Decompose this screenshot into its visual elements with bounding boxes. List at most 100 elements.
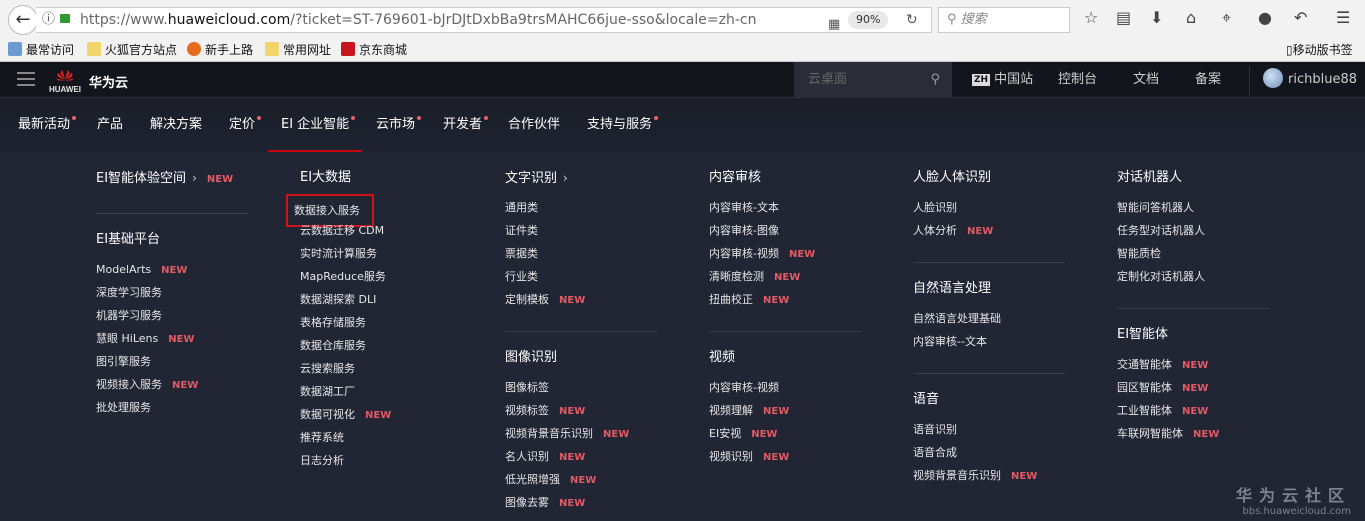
crop-icon[interactable]: ⌖ <box>1222 8 1231 28</box>
nav-item[interactable]: 开发者 <box>443 98 489 152</box>
docs-link[interactable]: 文档 <box>1133 62 1159 98</box>
back-button[interactable]: ← <box>8 5 38 35</box>
menu-item[interactable]: 票据类 <box>505 242 657 265</box>
menu-item[interactable]: 数据可视化 NEW <box>300 403 452 426</box>
menu-item[interactable]: 名人识别 NEW <box>505 445 657 468</box>
console-link[interactable]: 控制台 <box>1058 62 1097 98</box>
menu-item[interactable]: 视频接入服务 NEW <box>96 373 248 396</box>
header-search-input[interactable]: 云桌面 ⚲ <box>794 62 952 98</box>
mobile-bookmarks[interactable]: ▯移动版书签 <box>1286 41 1353 58</box>
hamburger-icon[interactable] <box>17 72 35 86</box>
menu-item[interactable]: 图像标签 <box>505 376 657 399</box>
menu-item[interactable]: 任务型对话机器人 <box>1117 219 1269 242</box>
nav-item[interactable]: 云市场 <box>376 98 422 152</box>
reader-icon[interactable]: ▤ <box>1116 8 1131 27</box>
user-menu[interactable]: richblue88 <box>1263 62 1357 98</box>
menu-item-label: MapReduce服务 <box>300 270 386 283</box>
menu-item[interactable]: 云搜索服务 <box>300 357 452 380</box>
nav-item[interactable]: 最新活动 <box>18 98 77 152</box>
chat-icon[interactable]: ● <box>1258 8 1272 27</box>
nav-item[interactable]: EI 企业智能 <box>268 98 363 152</box>
reload-icon[interactable]: ↻ <box>906 8 918 32</box>
menu-item[interactable]: 内容审核-视频 NEW <box>709 242 861 265</box>
star-icon[interactable]: ☆ <box>1084 8 1098 27</box>
menu-item[interactable]: 视频背景音乐识别 NEW <box>913 464 1065 487</box>
menu-item[interactable]: 定制模板 NEW <box>505 288 657 311</box>
menu-item-label: 视频背景音乐识别 <box>913 469 1001 482</box>
menu-item[interactable]: 深度学习服务 <box>96 281 248 304</box>
menu-item[interactable]: 数据湖探索 DLI <box>300 288 452 311</box>
address-bar[interactable]: ⓘ https://www.huaweicloud.com/?ticket=ST… <box>36 7 932 33</box>
menu-item[interactable]: 人脸识别 <box>913 196 1065 219</box>
menu-item[interactable]: 语音识别 <box>913 418 1065 441</box>
menu-item[interactable]: 智能质检 <box>1117 242 1269 265</box>
menu-item[interactable]: 低光照增强 NEW <box>505 468 657 491</box>
menu-item[interactable]: 车联网智能体 NEW <box>1117 422 1269 445</box>
icp-link[interactable]: 备案 <box>1195 62 1221 98</box>
qr-code-icon[interactable]: ▦ <box>828 13 840 37</box>
nav-item[interactable]: 支持与服务 <box>587 98 659 152</box>
menu-item[interactable]: 园区智能体 NEW <box>1117 376 1269 399</box>
bookmark-common-sites[interactable]: 常用网址 <box>265 41 331 58</box>
section-title[interactable]: 文字识别 › <box>505 163 657 193</box>
search-icon[interactable]: ⚲ <box>930 62 940 98</box>
menu-item[interactable]: 内容审核-图像 <box>709 219 861 242</box>
menu-item[interactable]: 慧眼 HiLens NEW <box>96 327 248 350</box>
menu-item[interactable]: 人体分析 NEW <box>913 219 1065 242</box>
menu-item[interactable]: 自然语言处理基础 <box>913 307 1065 330</box>
menu-item[interactable]: 通用类 <box>505 196 657 219</box>
menu-item[interactable]: 定制化对话机器人 <box>1117 265 1269 288</box>
menu-item[interactable]: 智能问答机器人 <box>1117 196 1269 219</box>
region-link[interactable]: ZH 中国站 <box>972 62 1033 98</box>
menu-item[interactable]: ModelArts NEW <box>96 258 248 281</box>
download-icon[interactable]: ⬇ <box>1150 8 1163 27</box>
menu-item[interactable]: 批处理服务 <box>96 396 248 419</box>
menu-item[interactable]: 视频理解 NEW <box>709 399 861 422</box>
menu-item[interactable]: 语音合成 <box>913 441 1065 464</box>
bookmark-most-visited[interactable]: 最常访问 <box>8 41 74 58</box>
zoom-level[interactable]: 90% <box>848 11 889 29</box>
section-title: 对话机器人 <box>1117 163 1269 193</box>
menu-item[interactable]: 行业类 <box>505 265 657 288</box>
menu-item[interactable]: EI安视 NEW <box>709 422 861 445</box>
menu-item[interactable]: 数据湖工厂 <box>300 380 452 403</box>
section-title[interactable]: EI智能体验空间 › NEW <box>96 163 248 193</box>
menu-item[interactable]: 机器学习服务 <box>96 304 248 327</box>
home-icon[interactable]: ⌂ <box>1186 8 1196 27</box>
menu-icon[interactable]: ☰ <box>1336 8 1350 27</box>
nav-item[interactable]: 合作伙伴 <box>508 98 560 152</box>
menu-item[interactable]: 视频识别 NEW <box>709 445 861 468</box>
bookmark-firefox-site[interactable]: 火狐官方站点 <box>87 41 177 58</box>
menu-item[interactable]: MapReduce服务 <box>300 265 452 288</box>
menu-item[interactable]: 视频标签 NEW <box>505 399 657 422</box>
menu-item[interactable]: 数据接入服务 <box>286 194 452 227</box>
menu-item[interactable]: 工业智能体 NEW <box>1117 399 1269 422</box>
huawei-logo[interactable]: HUAWEI <box>46 65 84 97</box>
menu-item[interactable]: 内容审核-视频 <box>709 376 861 399</box>
nav-item[interactable]: 定价 <box>229 98 262 152</box>
menu-item[interactable]: 证件类 <box>505 219 657 242</box>
nav-item[interactable]: 解决方案 <box>150 98 202 152</box>
menu-item-label: 图引擎服务 <box>96 355 151 368</box>
menu-item[interactable]: 交通智能体 NEW <box>1117 353 1269 376</box>
menu-item[interactable]: 云数据迁移 CDM <box>300 219 452 242</box>
info-icon[interactable]: ⓘ <box>42 8 55 32</box>
nav-item[interactable]: 产品 <box>97 98 123 152</box>
browser-search-input[interactable]: ⚲ 搜索 <box>938 7 1070 33</box>
menu-item[interactable]: 内容审核-文本 <box>709 196 861 219</box>
bookmark-jd[interactable]: 京东商城 <box>341 41 407 58</box>
menu-item[interactable]: 扭曲校正 NEW <box>709 288 861 311</box>
undo-icon[interactable]: ↶ <box>1294 8 1307 27</box>
new-badge: NEW <box>967 226 994 237</box>
menu-item[interactable]: 清晰度检测 NEW <box>709 265 861 288</box>
menu-item[interactable]: 日志分析 <box>300 449 452 472</box>
menu-item[interactable]: 表格存储服务 <box>300 311 452 334</box>
bookmark-getting-started[interactable]: 新手上路 <box>187 41 253 58</box>
menu-item[interactable]: 实时流计算服务 <box>300 242 452 265</box>
menu-item[interactable]: 图像去雾 NEW <box>505 491 657 514</box>
menu-item[interactable]: 数据仓库服务 <box>300 334 452 357</box>
menu-item[interactable]: 视频背景音乐识别 NEW <box>505 422 657 445</box>
menu-item[interactable]: 内容审核--文本 <box>913 330 1065 353</box>
menu-item[interactable]: 推荐系统 <box>300 426 452 449</box>
menu-item[interactable]: 图引擎服务 <box>96 350 248 373</box>
